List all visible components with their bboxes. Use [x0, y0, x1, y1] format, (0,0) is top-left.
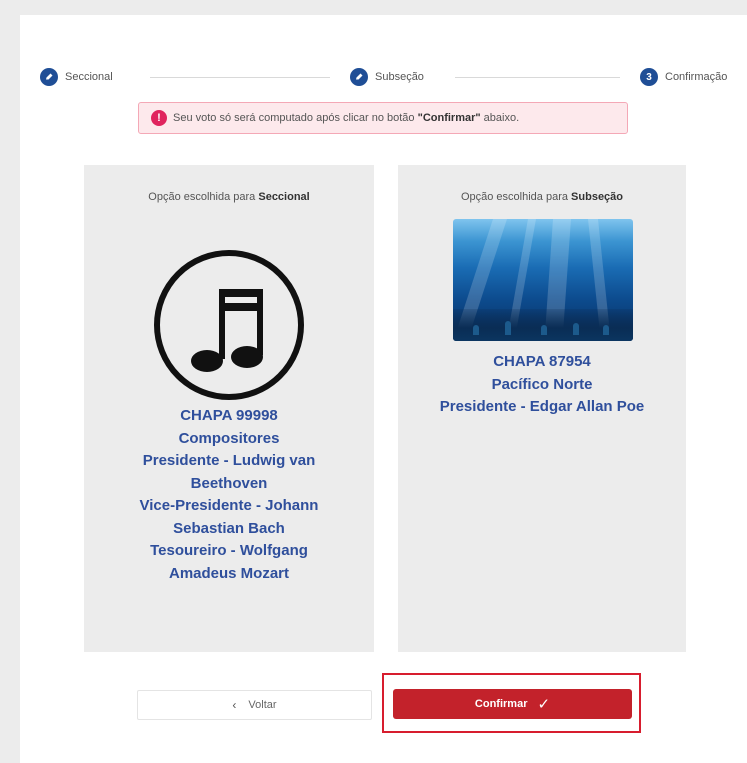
step-subsecao: Subseção	[350, 65, 424, 89]
alert-icon: !	[151, 110, 167, 126]
confirm-button[interactable]: Confirmar ✓	[393, 689, 632, 719]
subsecao-details: CHAPA 87954 Pacífico Norte Presidente - Ed…	[398, 351, 686, 419]
check-icon	[40, 68, 58, 86]
step-label: Seccional	[65, 71, 113, 83]
back-button-label: Voltar	[248, 699, 277, 711]
chapa-detail-line: CHAPA 99998	[180, 407, 278, 424]
panel-heading: Opção escolhida para Subseção	[460, 191, 624, 203]
ocean-image	[453, 219, 633, 341]
chapa-detail-line: Amadeus Mozart	[168, 564, 290, 582]
music-note-icon	[154, 250, 304, 400]
step-number-badge: 3	[640, 68, 658, 86]
chapa-detail-line: Presidente - Edgar Allan Poe	[439, 398, 645, 415]
alert-text: Seu voto só será computado após clicar n…	[173, 112, 520, 124]
check-icon: ✓	[537, 696, 551, 713]
seccional-details: CHAPA 99998 Compositores Presidente - Ludw…	[84, 405, 374, 585]
check-icon	[350, 68, 368, 86]
chapa-detail-line: Tesoureiro - Wolfgang	[150, 542, 308, 559]
confirm-highlight-box: Confirmar ✓	[382, 673, 641, 733]
vote-confirmation-card: Seccional Subseção 3 Confirmação ! Seu v…	[20, 15, 747, 763]
step-seccional: Seccional	[40, 65, 113, 89]
step-connector	[455, 77, 620, 78]
confirm-button-label: Confirmar	[474, 698, 528, 710]
back-button[interactable]: ‹ Voltar	[137, 690, 372, 720]
chapa-detail-line: Sebastian Bach	[173, 519, 285, 537]
subsecao-choice-panel: Opção escolhida para Subseção CHAPA 8795…	[398, 165, 686, 652]
seccional-choice-panel: Opção escolhida para Seccional CHAPA 999…	[84, 165, 374, 652]
chapa-detail-line: Compositores	[178, 429, 280, 447]
step-label: Subseção	[375, 71, 424, 83]
chapa-detail-line: Presidente - Ludwig van	[142, 452, 316, 469]
stepper: Seccional Subseção 3 Confirmação	[40, 65, 747, 89]
chapa-detail-line: Beethoven	[190, 474, 268, 492]
step-label: Confirmação	[665, 71, 728, 83]
step-connector	[150, 77, 330, 78]
panel-heading: Opção escolhida para Seccional	[148, 191, 310, 203]
chapa-detail-line: Pacífico Norte	[491, 375, 593, 393]
chevron-left-icon: ‹	[232, 698, 237, 712]
step-confirmacao: 3 Confirmação	[640, 65, 727, 89]
chapa-detail-line: Vice-Presidente - Johann	[139, 497, 319, 514]
warning-alert: ! Seu voto só será computado após clicar…	[138, 102, 628, 134]
chapa-detail-line: CHAPA 87954	[493, 353, 591, 370]
